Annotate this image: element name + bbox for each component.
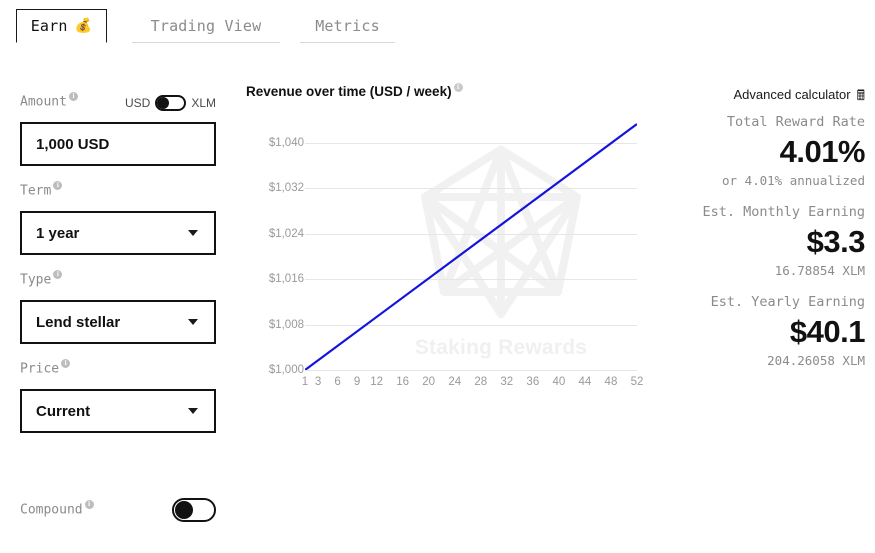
chevron-down-icon [188, 408, 198, 414]
metric-sub: 204.26058 XLM [767, 353, 865, 368]
x-axis-tick-label: 16 [396, 376, 410, 388]
amount-field-group: Amount i USD XLM 1,000 USD [20, 92, 216, 166]
price-field-group: Price i Current [20, 359, 216, 433]
amount-input-value: 1,000 USD [36, 135, 110, 153]
compound-field-group: Compound i [20, 498, 216, 522]
term-label: Term i [20, 181, 63, 199]
y-axis-tick-label: $1,024 [268, 227, 304, 240]
x-axis-tick-label: 3 [314, 376, 322, 388]
y-axis-tick-label: $1,000 [268, 364, 304, 376]
x-axis-tick-label: 36 [526, 376, 540, 388]
type-select-value: Lend stellar [36, 313, 121, 331]
metric-value: $3.3 [806, 224, 866, 259]
compound-toggle[interactable] [172, 498, 216, 522]
x-axis-tick-label: 12 [370, 376, 383, 388]
y-axis-tick-label: $1,040 [268, 136, 304, 149]
x-axis-tick-label: 28 [474, 376, 488, 388]
info-icon[interactable]: i [53, 181, 63, 190]
tab-metrics-label: Metrics [315, 16, 380, 35]
calculator-icon: 🖩 [856, 86, 865, 103]
chart-x-axis: 1 3 6 9 12 16 20 24 28 32 36 40 44 48 52 [301, 376, 644, 392]
x-axis-tick-label: 52 [630, 376, 644, 388]
metric-value: 4.01% [779, 134, 866, 169]
compound-toggle-knob [175, 501, 193, 519]
info-icon[interactable]: i [68, 92, 78, 101]
chart-series-line [305, 123, 637, 370]
metric-label: Est. Yearly Earning [710, 294, 865, 310]
metric-yearly-earning: Est. Yearly Earning $40.1 204.26058 XLM [625, 291, 866, 371]
results-panel: Advanced calculator 🖩 Total Reward Rate … [625, 86, 865, 374]
tab-metrics[interactable]: Metrics [300, 9, 395, 43]
x-axis-tick-label: 48 [604, 376, 618, 388]
revenue-chart: Revenue over time (USD / week) i Staking … [246, 82, 646, 404]
chevron-down-icon [188, 230, 198, 236]
tab-earn[interactable]: Earn 💰 [16, 9, 107, 43]
calculator-form: Amount i USD XLM 1,000 USD Term i 1 year T… [20, 92, 216, 450]
x-axis-tick-label: 1 [301, 376, 309, 388]
currency-usd-label: USD [124, 96, 151, 110]
info-icon[interactable]: i [53, 270, 63, 279]
type-field-group: Type i Lend stellar [20, 270, 216, 344]
metric-value: $40.1 [789, 314, 866, 349]
price-field-header: Price i [20, 359, 216, 381]
advanced-calculator-label: Advanced calculator [733, 87, 851, 102]
chart-title: Revenue over time (USD / week) i [246, 82, 646, 99]
x-axis-tick-label: 9 [353, 376, 361, 388]
chevron-down-icon [188, 319, 198, 325]
currency-toggle-group: USD XLM [125, 95, 216, 111]
y-axis-tick-label: $1,016 [268, 273, 304, 286]
metric-label: Est. Monthly Earning [702, 204, 865, 220]
tab-trading-view[interactable]: Trading View [132, 9, 280, 43]
metric-total-reward-rate: Total Reward Rate 4.01% or 4.01% annuali… [625, 111, 866, 191]
x-axis-tick-label: 40 [552, 376, 566, 388]
metric-label: Total Reward Rate [726, 114, 865, 130]
price-select-value: Current [36, 402, 91, 420]
chart-plot-area: Staking Rewards $1,000 $1,008 $1,016 $1,024… [246, 120, 646, 376]
money-bag-icon: 💰 [74, 18, 93, 34]
info-icon[interactable]: i [84, 499, 94, 509]
series-line [305, 123, 637, 370]
x-axis-tick-label: 6 [334, 376, 341, 388]
currency-xlm-label: XLM [191, 96, 216, 110]
amount-field-header: Amount i USD XLM [20, 92, 216, 114]
x-axis-tick-label: 24 [448, 376, 462, 388]
type-field-header: Type i [20, 270, 216, 292]
tab-bar: Earn 💰 Trading View Metrics [0, 0, 875, 52]
price-label: Price i [20, 359, 71, 377]
metric-monthly-earning: Est. Monthly Earning $3.3 16.78854 XLM [625, 201, 865, 281]
price-select[interactable]: Current [20, 389, 216, 433]
info-icon[interactable]: i [453, 82, 463, 92]
info-icon[interactable]: i [61, 359, 71, 368]
metric-sub: or 4.01% annualized [722, 173, 865, 188]
tab-trading-view-label: Trading View [150, 16, 262, 35]
type-label: Type i [20, 270, 63, 288]
y-axis-tick-label: $1,032 [268, 182, 304, 195]
currency-toggle[interactable] [155, 95, 187, 111]
term-select[interactable]: 1 year [20, 211, 216, 255]
metric-sub: 16.78854 XLM [774, 263, 865, 278]
amount-input[interactable]: 1,000 USD [20, 122, 216, 166]
x-axis-tick-label: 20 [422, 376, 436, 388]
advanced-calculator-link[interactable]: Advanced calculator 🖩 [734, 87, 865, 102]
tab-earn-label: Earn [30, 17, 68, 35]
gridline [305, 370, 637, 371]
term-select-value: 1 year [36, 224, 80, 242]
term-field-group: Term i 1 year [20, 181, 216, 255]
currency-toggle-knob [157, 97, 170, 109]
x-axis-tick-label: 44 [578, 376, 592, 388]
y-axis-tick-label: $1,008 [268, 318, 304, 331]
x-axis-tick-label: 32 [500, 376, 514, 388]
type-select[interactable]: Lend stellar [20, 300, 216, 344]
term-field-header: Term i [20, 181, 216, 203]
amount-label: Amount i [20, 92, 78, 110]
compound-label: Compound i [20, 499, 94, 518]
